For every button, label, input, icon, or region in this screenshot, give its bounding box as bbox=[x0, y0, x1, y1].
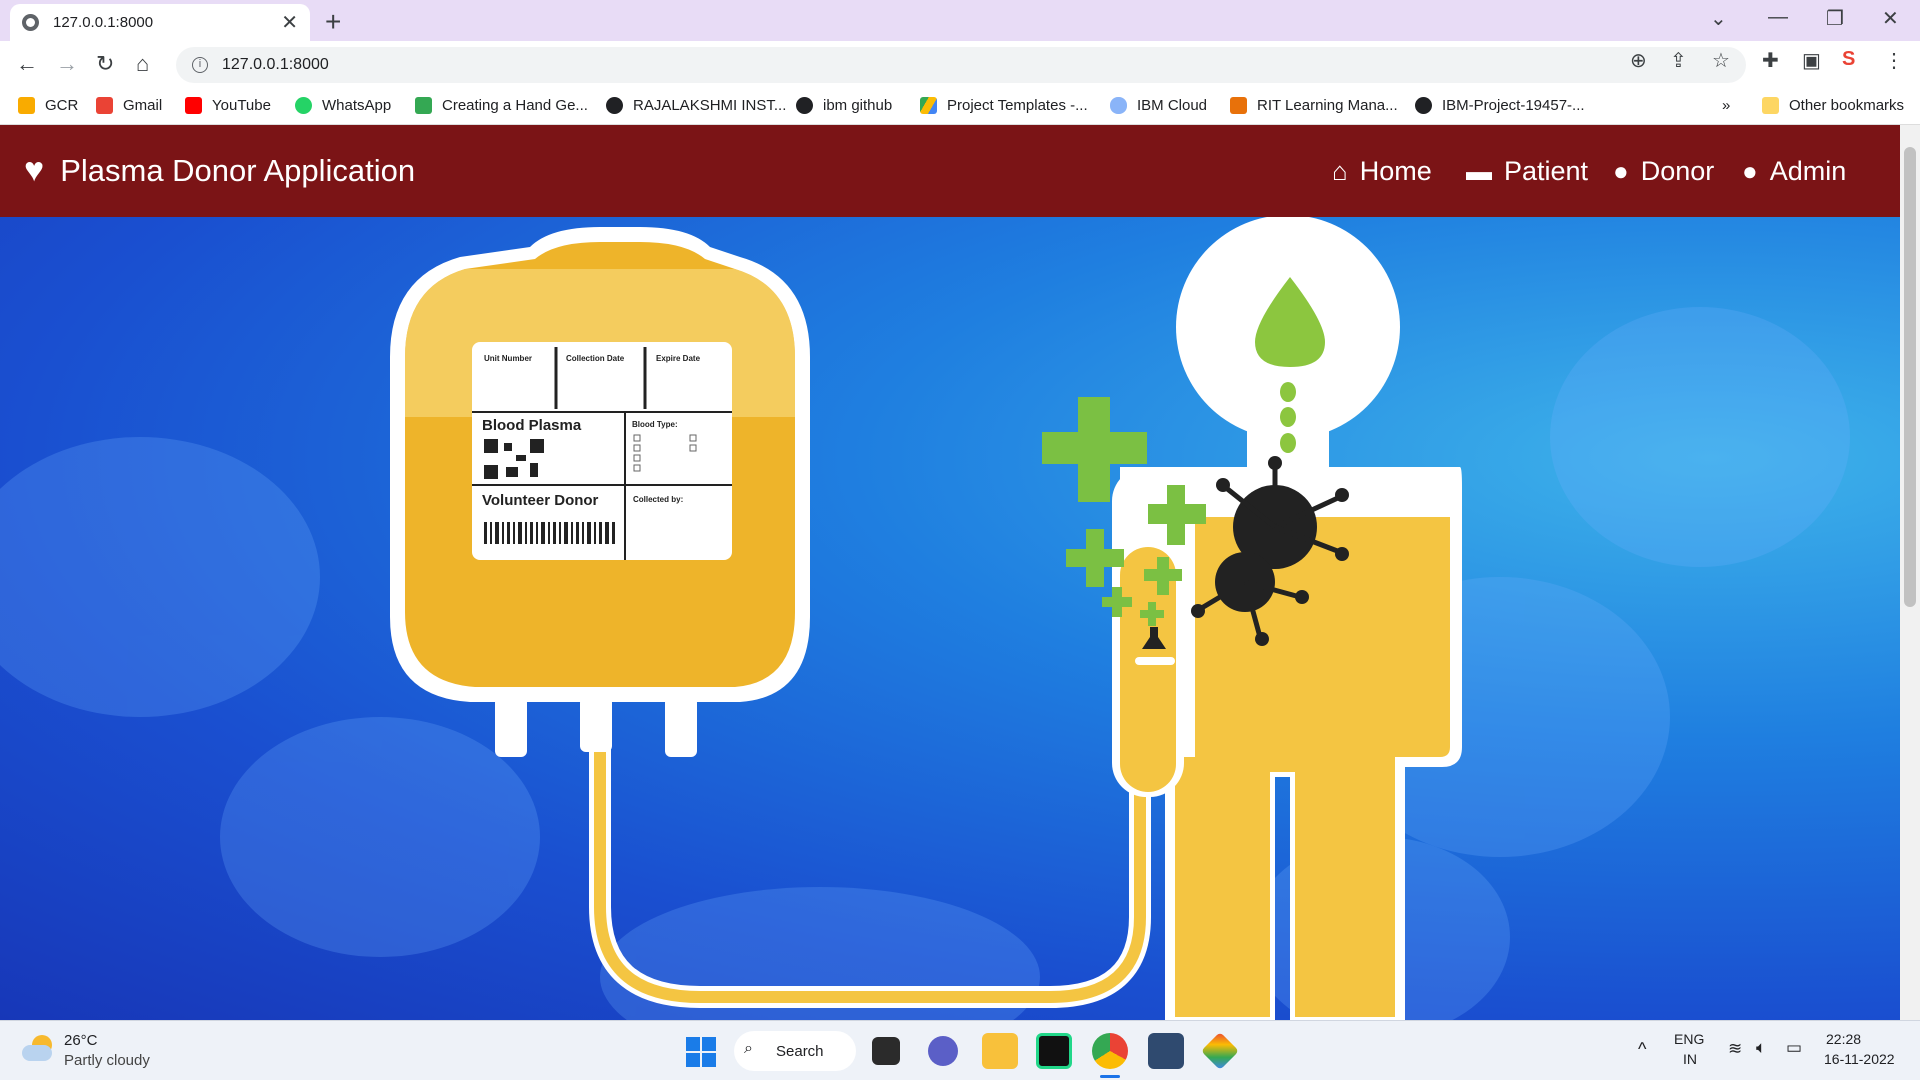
bookmark-ibm-github[interactable]: ibm github bbox=[796, 97, 892, 114]
taskbar-search[interactable]: ⌕ Search bbox=[734, 1031, 856, 1071]
os-taskbar: 26°C Partly cloudy ⌕ Search ^ ENG IN ≋ 🔈… bbox=[0, 1020, 1920, 1080]
volunteer-donor-text: Volunteer Donor bbox=[482, 492, 599, 509]
globe-icon bbox=[606, 97, 623, 114]
collected-by-text: Collected by: bbox=[633, 495, 683, 504]
google-drive-icon bbox=[920, 97, 937, 114]
bookmark-whatsapp[interactable]: WhatsApp bbox=[295, 97, 391, 114]
active-app-indicator bbox=[1100, 1075, 1120, 1078]
site-info-icon[interactable]: i bbox=[192, 57, 208, 73]
window-close-icon[interactable]: ✕ bbox=[1882, 6, 1899, 31]
remote-desktop-icon[interactable] bbox=[1148, 1033, 1184, 1069]
tab-search-icon[interactable]: ⌄ bbox=[1710, 6, 1727, 31]
hero-banner: Unit Number Collection Date Expire Date … bbox=[0, 217, 1900, 1020]
bookmark-star-icon[interactable]: ☆ bbox=[1712, 48, 1730, 73]
user-icon: ● bbox=[1613, 156, 1629, 186]
chevron-up-icon[interactable]: ^ bbox=[1638, 1039, 1646, 1060]
gmail-icon bbox=[96, 97, 113, 114]
cloud-icon bbox=[1110, 97, 1127, 114]
bed-icon: ▬ bbox=[1466, 156, 1492, 186]
barcode-icon bbox=[484, 522, 615, 544]
nav-patient[interactable]: ▬ Patient bbox=[1466, 156, 1588, 187]
bookmark-rajalakshmi[interactable]: RAJALAKSHMI INST... bbox=[606, 97, 786, 114]
nav-admin[interactable]: ● Admin bbox=[1742, 156, 1846, 187]
browser-toolbar: ← → ↻ ⌂ i 127.0.0.1:8000 ⊕ ⇪ ☆ ✚ ▣ S ⋮ bbox=[0, 41, 1920, 89]
bookmark-gmail[interactable]: Gmail bbox=[96, 97, 162, 114]
windows-start-icon[interactable] bbox=[686, 1037, 716, 1067]
globe-icon bbox=[22, 14, 39, 31]
extensions-icon[interactable]: ✚ bbox=[1762, 48, 1779, 73]
app-navbar: ♥ Plasma Donor Application ⌂ Home ▬ Pati… bbox=[0, 125, 1900, 217]
browser-tab[interactable]: 127.0.0.1:8000 ✕ bbox=[10, 4, 310, 41]
blood-plasma-text: Blood Plasma bbox=[482, 417, 582, 434]
home-icon[interactable]: ⌂ bbox=[136, 51, 149, 77]
classroom-icon bbox=[18, 97, 35, 114]
expire-date-text: Expire Date bbox=[656, 354, 701, 363]
forward-icon[interactable]: → bbox=[56, 51, 78, 77]
close-tab-icon[interactable]: ✕ bbox=[281, 10, 298, 35]
other-bookmarks[interactable]: Other bookmarks bbox=[1762, 97, 1904, 114]
bookmark-ibm-project[interactable]: IBM-Project-19457-... bbox=[1415, 97, 1585, 114]
youtube-icon bbox=[185, 97, 202, 114]
bookmarks-bar: GCR Gmail YouTube WhatsApp Creating a Ha… bbox=[0, 89, 1920, 125]
restore-icon[interactable]: ❐ bbox=[1826, 6, 1844, 31]
back-icon[interactable]: ← bbox=[16, 51, 38, 77]
clock-time[interactable]: 22:28 bbox=[1826, 1031, 1861, 1047]
search-icon: ⌕ bbox=[744, 1040, 753, 1057]
heartbeat-icon: ♥ bbox=[24, 151, 45, 189]
brand-title: Plasma Donor Application bbox=[60, 152, 416, 188]
menu-icon[interactable]: ⋮ bbox=[1884, 48, 1904, 73]
bookmark-ibm-cloud[interactable]: IBM Cloud bbox=[1110, 97, 1207, 114]
file-explorer-icon[interactable] bbox=[982, 1033, 1018, 1069]
url-text: 127.0.0.1:8000 bbox=[222, 56, 329, 73]
side-panel-icon[interactable]: ▣ bbox=[1802, 48, 1821, 73]
page-scrollbar[interactable] bbox=[1900, 125, 1920, 1020]
weather-desc[interactable]: Partly cloudy bbox=[64, 1052, 150, 1069]
bookmark-rit-learning[interactable]: RIT Learning Mana... bbox=[1230, 97, 1398, 114]
share-icon[interactable]: ⇪ bbox=[1670, 48, 1687, 73]
blood-type-text: Blood Type: bbox=[632, 420, 678, 429]
whatsapp-icon bbox=[295, 97, 312, 114]
folder-icon bbox=[1762, 97, 1779, 114]
minimize-icon[interactable]: — bbox=[1768, 6, 1788, 29]
reload-icon[interactable]: ↻ bbox=[96, 51, 114, 77]
clock-date[interactable]: 16-11-2022 bbox=[1824, 1051, 1895, 1067]
bookmark-youtube[interactable]: YouTube bbox=[185, 97, 271, 114]
rit-icon bbox=[1230, 97, 1247, 114]
weather-icon[interactable] bbox=[22, 1035, 56, 1063]
app-icon[interactable] bbox=[1200, 1031, 1240, 1071]
volume-icon[interactable]: 🔈︎ bbox=[1756, 1038, 1766, 1058]
nav-home[interactable]: ⌂ Home bbox=[1332, 156, 1432, 187]
new-tab-icon[interactable]: + bbox=[325, 6, 341, 38]
address-bar[interactable]: i 127.0.0.1:8000 bbox=[176, 47, 1746, 83]
language-indicator[interactable]: ENG bbox=[1674, 1031, 1704, 1047]
plasma-donation-illustration: Unit Number Collection Date Expire Date … bbox=[0, 217, 1850, 1020]
bookmark-gcr[interactable]: GCR bbox=[18, 97, 78, 114]
collection-date-text: Collection Date bbox=[566, 354, 625, 363]
user-cog-icon: ● bbox=[1742, 156, 1758, 186]
tab-title: 127.0.0.1:8000 bbox=[53, 14, 154, 31]
web-page: ♥ Plasma Donor Application ⌂ Home ▬ Pati… bbox=[0, 125, 1900, 1020]
profile-avatar-icon[interactable]: S bbox=[1842, 48, 1855, 71]
bookmark-hand-gesture[interactable]: Creating a Hand Ge... bbox=[415, 97, 588, 114]
weather-temp[interactable]: 26°C bbox=[64, 1032, 98, 1049]
brand[interactable]: ♥ Plasma Donor Application bbox=[24, 151, 415, 190]
task-view-icon[interactable] bbox=[872, 1037, 900, 1065]
unit-number-text: Unit Number bbox=[484, 354, 532, 363]
zoom-icon[interactable]: ⊕ bbox=[1630, 48, 1647, 73]
bookmark-project-templates[interactable]: Project Templates -... bbox=[920, 97, 1088, 114]
nav-donor[interactable]: ● Donor bbox=[1613, 156, 1714, 187]
teams-chat-icon[interactable] bbox=[928, 1036, 958, 1066]
battery-icon[interactable]: ▭ bbox=[1786, 1038, 1802, 1058]
chrome-icon[interactable] bbox=[1092, 1033, 1128, 1069]
home-icon: ⌂ bbox=[1332, 156, 1348, 186]
github-icon bbox=[1415, 97, 1432, 114]
pycharm-icon[interactable] bbox=[1036, 1033, 1072, 1069]
wifi-icon[interactable]: ≋ bbox=[1728, 1039, 1742, 1059]
scrollbar-thumb[interactable] bbox=[1904, 147, 1916, 607]
browser-tab-strip: 127.0.0.1:8000 ✕ + ⌄ — ❐ ✕ bbox=[0, 0, 1920, 41]
sheets-icon bbox=[415, 97, 432, 114]
github-icon bbox=[796, 97, 813, 114]
more-bookmarks[interactable]: » bbox=[1722, 97, 1730, 114]
